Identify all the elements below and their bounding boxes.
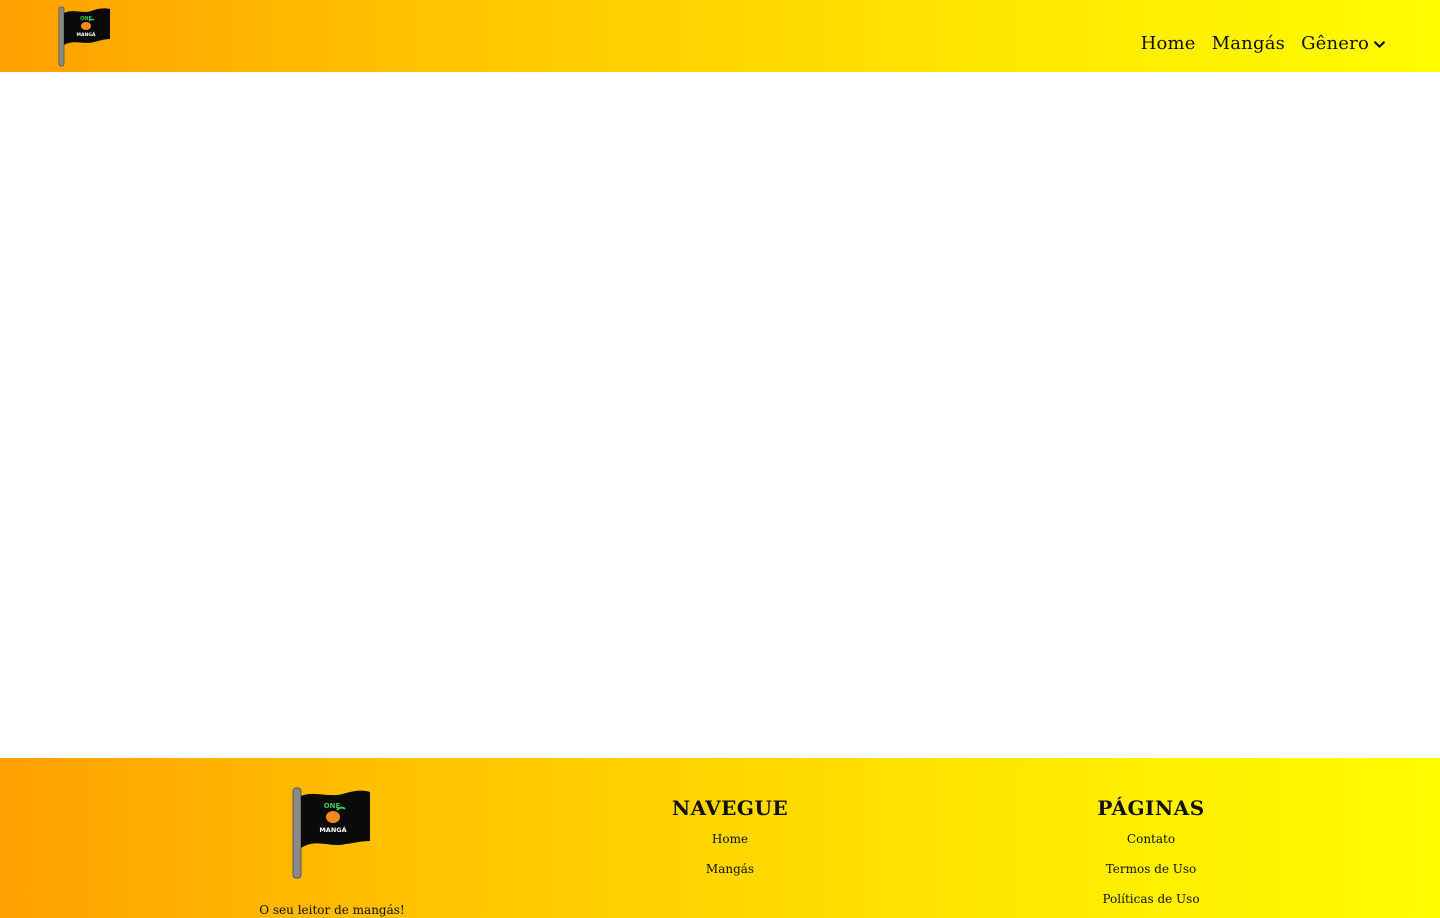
footer-links-navegue: Home Mangás bbox=[706, 824, 754, 884]
nav-link-mangas[interactable]: Mangás bbox=[1212, 33, 1285, 54]
footer: ONE MANGÁ O seu leitor de mangás! NAVEGU… bbox=[0, 758, 1440, 918]
main-content bbox=[0, 72, 1440, 758]
footer-section-paginas: PÁGINAS Contato Termos de Uso Políticas … bbox=[1046, 758, 1256, 914]
footer-link-home[interactable]: Home bbox=[712, 824, 748, 854]
footer-link-politicas[interactable]: Políticas de Uso bbox=[1102, 884, 1199, 914]
footer-brand: ONE MANGÁ O seu leitor de mangás! bbox=[232, 758, 432, 917]
top-navbar: ONE MANGÁ Home Mangás Gênero bbox=[0, 0, 1440, 72]
footer-heading-navegue: NAVEGUE bbox=[671, 796, 789, 820]
footer-link-termos[interactable]: Termos de Uso bbox=[1106, 854, 1197, 884]
nav-dropdown-genero[interactable]: Gênero bbox=[1301, 33, 1386, 54]
footer-heading-paginas: PÁGINAS bbox=[1097, 796, 1205, 820]
footer-link-mangas[interactable]: Mangás bbox=[706, 854, 754, 884]
footer-section-navegue: NAVEGUE Home Mangás bbox=[630, 758, 830, 884]
logo-text-manga: MANGÁ bbox=[77, 31, 96, 38]
logo-icon[interactable]: ONE MANGÁ bbox=[56, 5, 114, 67]
main-nav: Home Mangás Gênero bbox=[1141, 33, 1386, 54]
footer-logo-icon[interactable]: ONE MANGÁ bbox=[290, 786, 374, 880]
footer-links-paginas: Contato Termos de Uso Políticas de Uso bbox=[1102, 824, 1199, 914]
nav-dropdown-label: Gênero bbox=[1301, 33, 1369, 54]
footer-tagline: O seu leitor de mangás! bbox=[259, 903, 405, 917]
footer-logo-text-manga: MANGÁ bbox=[319, 825, 346, 834]
nav-link-home[interactable]: Home bbox=[1141, 33, 1196, 54]
chevron-down-icon bbox=[1374, 41, 1385, 48]
footer-link-contato[interactable]: Contato bbox=[1127, 824, 1175, 854]
